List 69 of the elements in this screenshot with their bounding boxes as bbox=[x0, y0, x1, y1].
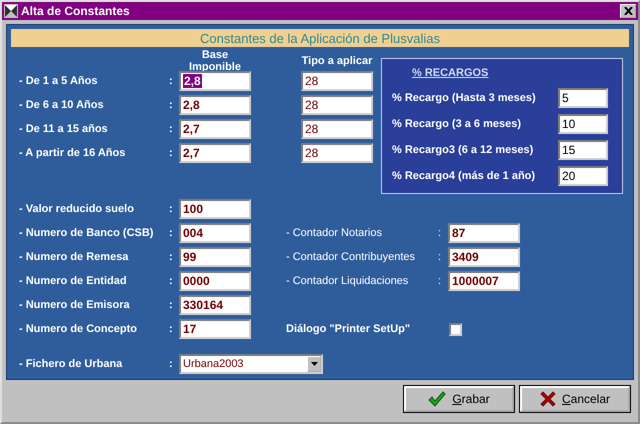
colon: : bbox=[169, 75, 174, 87]
field-label: - Numero de Concepto bbox=[19, 323, 138, 335]
value-input[interactable]: 100 bbox=[179, 199, 251, 219]
value-input[interactable]: 99 bbox=[179, 247, 251, 267]
panel-title: % RECARGOS bbox=[412, 67, 490, 81]
close-icon bbox=[624, 7, 632, 15]
value-input[interactable]: 004 bbox=[179, 223, 251, 243]
base-input[interactable]: 2,8 bbox=[179, 95, 251, 115]
counter-input[interactable]: 1000007 bbox=[448, 271, 520, 291]
window-title: Alta de Constantes bbox=[21, 4, 131, 18]
field-label: - Numero de Banco (CSB) bbox=[19, 227, 154, 239]
field-label: - Contador Liquidaciones bbox=[286, 275, 410, 287]
colon: : bbox=[438, 227, 442, 239]
surcharge-input[interactable]: 20 bbox=[558, 166, 608, 186]
field-label: % Recargo (Hasta 3 meses) bbox=[392, 92, 536, 104]
field-label: % Recargo (3 a 6 meses) bbox=[392, 118, 522, 130]
x-icon bbox=[540, 391, 556, 407]
field-label: - De 1 a 5 Años bbox=[19, 75, 98, 87]
field-label: - Valor reducido suelo bbox=[19, 203, 135, 215]
base-input[interactable]: 2,8 bbox=[179, 71, 251, 91]
colon: : bbox=[169, 147, 174, 159]
field-label: - Fichero de Urbana bbox=[19, 358, 124, 370]
checkbox-label: Diálogo "Printer SetUp" bbox=[286, 323, 412, 335]
counter-input[interactable]: 87 bbox=[448, 223, 520, 243]
field-label: - A partir de 16 Años bbox=[19, 147, 126, 159]
checkbox[interactable] bbox=[449, 322, 462, 336]
field-label: - De 11 a 15 años bbox=[19, 123, 109, 135]
rate-input[interactable]: 28 bbox=[301, 95, 373, 115]
colon: : bbox=[438, 251, 442, 263]
value-input[interactable]: 17 bbox=[179, 319, 251, 339]
colon: : bbox=[438, 275, 442, 287]
column-header: Tipo a aplicar bbox=[301, 55, 373, 67]
field-label: - De 6 a 10 Años bbox=[19, 99, 105, 111]
value-input[interactable]: 0000 bbox=[179, 271, 251, 291]
base-input[interactable]: 2,7 bbox=[179, 143, 251, 163]
colon: : bbox=[169, 227, 174, 239]
colon: : bbox=[169, 323, 174, 335]
cancel-button[interactable]: Cancelar bbox=[520, 386, 630, 412]
colon: : bbox=[169, 358, 174, 370]
colon: : bbox=[169, 203, 174, 215]
colon: : bbox=[169, 123, 174, 135]
close-button[interactable] bbox=[620, 4, 636, 18]
app-icon bbox=[4, 4, 18, 18]
column-header: Base Imponible bbox=[188, 49, 242, 73]
rate-input[interactable]: 28 bbox=[301, 143, 373, 163]
field-label: - Numero de Entidad bbox=[19, 275, 128, 287]
value-input[interactable]: 330164 bbox=[179, 295, 251, 315]
base-input[interactable]: 2,7 bbox=[179, 119, 251, 139]
colon: : bbox=[169, 299, 174, 311]
colon: : bbox=[169, 275, 174, 287]
check-icon bbox=[428, 391, 446, 407]
field-label: - Numero de Emisora bbox=[19, 299, 131, 311]
section-header: Constantes de la Aplicación de Plusvalias bbox=[11, 29, 629, 47]
field-label: % Recargo4 (más de 1 año) bbox=[392, 170, 536, 182]
save-button[interactable]: Grabar bbox=[404, 386, 514, 412]
rate-input[interactable]: 28 bbox=[301, 71, 373, 91]
file-dropdown[interactable]: Urbana2003 bbox=[179, 354, 323, 374]
rate-input[interactable]: 28 bbox=[301, 119, 373, 139]
dropdown-arrow-icon bbox=[310, 362, 318, 366]
field-label: % Recargo3 (6 a 12 meses) bbox=[392, 144, 534, 156]
colon: : bbox=[169, 251, 174, 263]
colon: : bbox=[169, 99, 174, 111]
field-label: - Numero de Remesa bbox=[19, 251, 130, 263]
surcharge-input[interactable]: 10 bbox=[558, 114, 608, 134]
surcharge-input[interactable]: 15 bbox=[558, 140, 608, 160]
surcharge-input[interactable]: 5 bbox=[558, 88, 608, 108]
field-label: - Contador Contribuyentes bbox=[286, 251, 416, 263]
counter-input[interactable]: 3409 bbox=[448, 247, 520, 267]
field-label: - Contador Notarios bbox=[286, 227, 383, 239]
